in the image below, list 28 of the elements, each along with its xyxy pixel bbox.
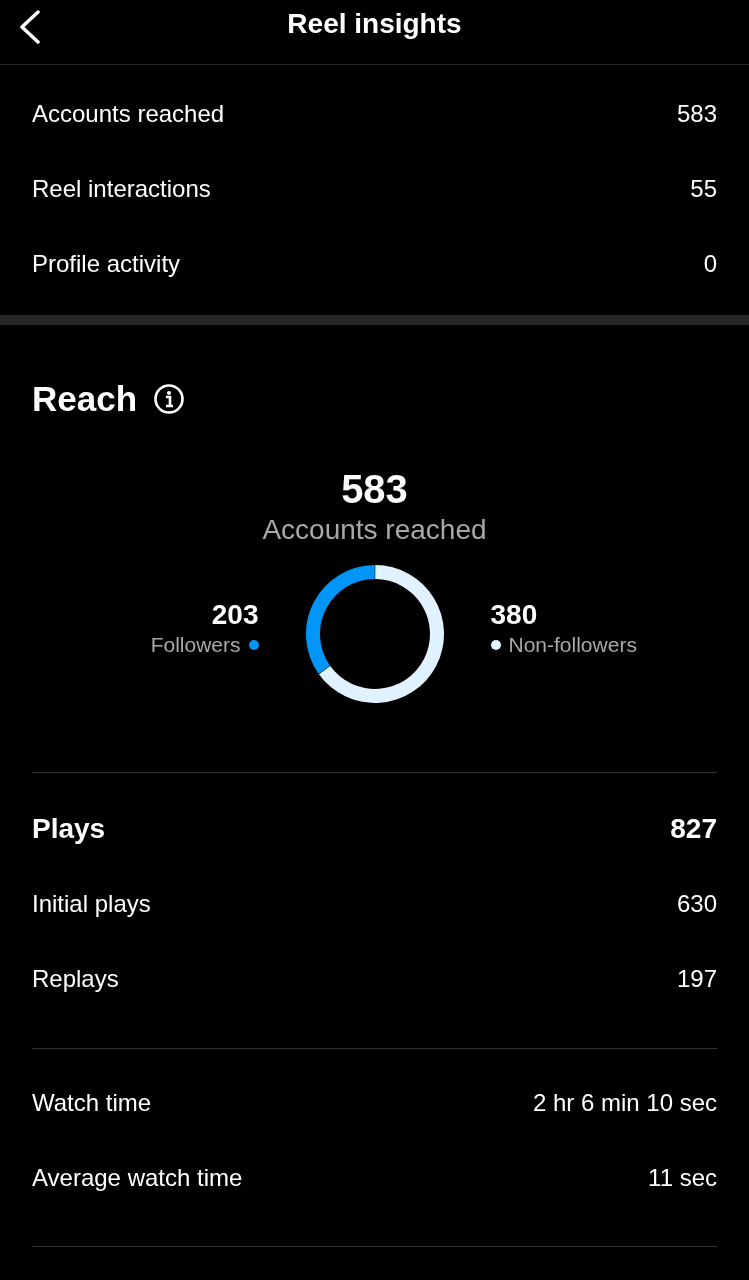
reach-total: 583 xyxy=(340,467,409,512)
segment-count: 380 xyxy=(490,599,538,631)
stat-value: 2 hr 6 min 10 sec xyxy=(532,1088,717,1117)
stat-label: Reel interactions xyxy=(32,174,211,203)
stat-value: 583 xyxy=(676,99,717,128)
stat-label: Watch time xyxy=(32,1088,152,1117)
stat-value: 827 xyxy=(670,812,717,845)
stat-value: 55 xyxy=(690,174,717,203)
info-button[interactable] xyxy=(153,383,186,415)
back-icon xyxy=(18,10,42,44)
stat-value: 0 xyxy=(703,249,717,278)
info-icon xyxy=(153,383,186,415)
stat-label: Average watch time xyxy=(32,1163,243,1192)
segment-count: 203 xyxy=(211,599,259,631)
back-button[interactable] xyxy=(18,10,42,44)
stat-label: Initial plays xyxy=(32,889,151,918)
stat-label: Accounts reached xyxy=(32,99,225,128)
section-title: Reach xyxy=(32,379,138,419)
stat-label: Replays xyxy=(32,964,119,993)
reach-total-label: Accounts reached xyxy=(261,514,488,546)
legend-label: Non-followers xyxy=(508,633,637,657)
stat-value: 11 sec xyxy=(648,1163,717,1192)
stat-value: 630 xyxy=(676,889,717,918)
stat-label: Plays xyxy=(32,812,106,845)
legend-label: Followers xyxy=(150,633,241,657)
stat-value: 197 xyxy=(676,964,717,993)
page-title: Reel insights xyxy=(287,8,462,40)
stat-label: Profile activity xyxy=(32,249,181,278)
